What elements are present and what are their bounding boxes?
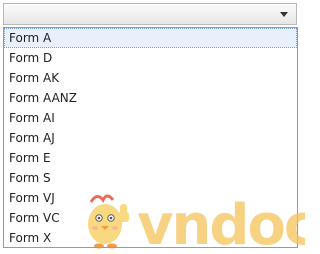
list-item[interactable]: Form D: [4, 48, 297, 68]
list-item[interactable]: Form S: [4, 168, 297, 188]
list-item[interactable]: Form VJ: [4, 188, 297, 208]
list-item[interactable]: Form AJ: [4, 128, 297, 148]
page: Form A Form D Form AK Form AANZ Form AI …: [0, 0, 305, 254]
list-item[interactable]: Form X: [4, 228, 297, 247]
list-item[interactable]: Form AK: [4, 68, 297, 88]
chevron-down-icon[interactable]: [280, 12, 288, 17]
list-item[interactable]: Form AANZ: [4, 88, 297, 108]
form-dropdown-list[interactable]: Form A Form D Form AK Form AANZ Form AI …: [3, 27, 298, 248]
list-item[interactable]: Form VC: [4, 208, 297, 228]
form-select-combobox[interactable]: [3, 3, 297, 25]
list-item[interactable]: Form AI: [4, 108, 297, 128]
list-item[interactable]: Form E: [4, 148, 297, 168]
list-item[interactable]: Form A: [4, 28, 297, 48]
